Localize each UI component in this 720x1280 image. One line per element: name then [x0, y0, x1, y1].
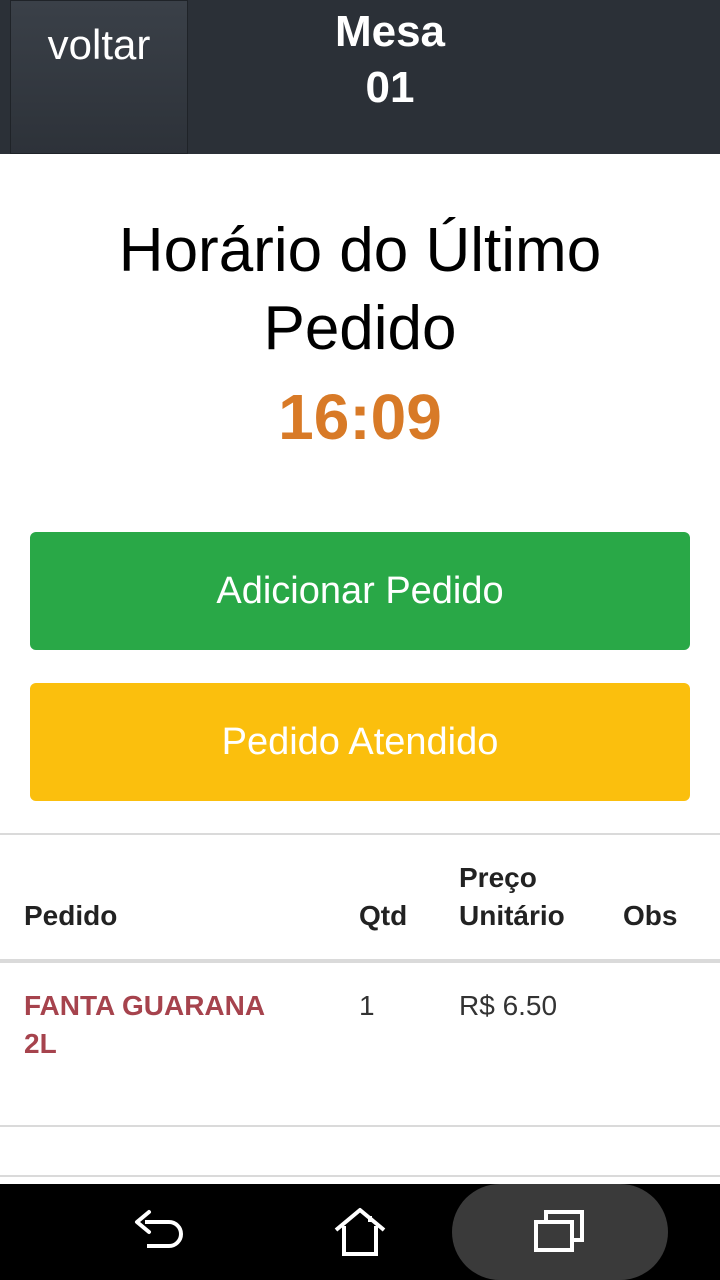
- row-qty: 1: [359, 990, 375, 1021]
- page-title-line2: Pedido: [263, 294, 457, 363]
- table-number: 01: [365, 63, 415, 112]
- row-item-name: FANTA GUARANA 2L: [24, 987, 265, 1063]
- table-bottom-divider: [0, 1175, 720, 1177]
- table-title-label: Mesa: [334, 7, 446, 56]
- header-unit-price-line1: Preço: [459, 862, 537, 893]
- add-order-button[interactable]: Adicionar Pedido: [30, 532, 690, 650]
- row-unit-price: R$ 6.50: [459, 990, 558, 1021]
- nav-back-button[interactable]: [110, 1184, 210, 1280]
- top-bar: voltar Mesa 01: [0, 0, 720, 154]
- header-notes: Obs: [623, 900, 678, 931]
- table-row-divider: [0, 1125, 720, 1127]
- header-unit-price-line2: Unitário: [459, 900, 565, 931]
- page-title-line1: Horário do Último: [118, 216, 602, 285]
- last-order-time: 16:09: [278, 381, 442, 453]
- header-item: Pedido: [24, 900, 118, 931]
- system-nav-bar: [0, 1184, 720, 1280]
- row-item-name-line2: 2L: [24, 1028, 57, 1059]
- home-icon: [334, 1208, 386, 1256]
- back-button[interactable]: voltar: [10, 0, 188, 154]
- page-title: Horário do Último Pedido: [0, 212, 720, 368]
- order-served-button[interactable]: Pedido Atendido: [30, 683, 690, 801]
- table-header-divider: [0, 959, 720, 963]
- table-title: Mesa 01: [290, 4, 490, 116]
- nav-home-button[interactable]: [310, 1184, 410, 1280]
- header-qty: Qtd: [359, 900, 408, 931]
- recent-apps-icon: [534, 1210, 584, 1252]
- nav-recent-button[interactable]: [452, 1184, 668, 1280]
- back-icon: [135, 1210, 183, 1248]
- header-unit-price: Preço Unitário: [459, 859, 565, 935]
- row-item-name-line1: FANTA GUARANA: [24, 990, 266, 1021]
- table-top-divider: [0, 833, 720, 835]
